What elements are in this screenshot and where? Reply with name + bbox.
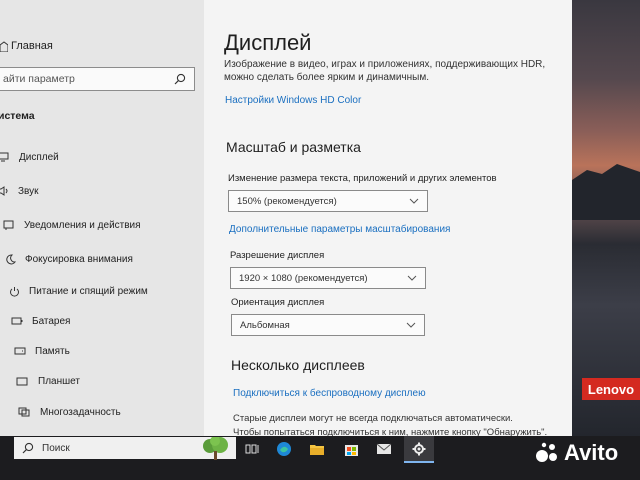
storage-icon [13, 344, 27, 358]
display-settings-content: Дисплей Изображение в видео, играх и при… [204, 0, 572, 436]
search-icon [22, 442, 34, 454]
tree-icon [203, 437, 228, 460]
sidebar-item-label: Уведомления и действия [24, 219, 141, 231]
desktop-wallpaper [572, 0, 640, 436]
sidebar-item-label: Фокусировка внимания [25, 253, 133, 265]
sidebar-item-sound[interactable]: Звук [0, 180, 204, 202]
old-displays-text: Старые дисплеи могут не всегда подключат… [233, 413, 513, 424]
file-explorer-icon[interactable] [307, 440, 327, 458]
sidebar-home-label: Главная [11, 40, 53, 52]
sidebar: Главная истема Дисплей Звук [0, 0, 204, 436]
avito-watermark-text: Avito [564, 440, 619, 465]
multitasking-icon [17, 405, 31, 419]
sidebar-item-label: Планшет [38, 375, 80, 387]
advanced-scaling-link[interactable]: Дополнительные параметры масштабирования [229, 224, 450, 235]
power-icon [7, 284, 21, 298]
scale-label: Изменение размера текста, приложений и д… [228, 173, 497, 184]
sidebar-item-tablet[interactable]: Планшет [0, 370, 204, 392]
sidebar-item-label: Звук [18, 185, 39, 197]
sidebar-item-label: Питание и спящий режим [29, 285, 148, 297]
orientation-dropdown[interactable]: Альбомная [231, 314, 425, 336]
resolution-dropdown[interactable]: 1920 × 1080 (рекомендуется) [230, 267, 426, 289]
taskbar-search-label: Поиск [42, 442, 70, 454]
monitor-icon [0, 150, 10, 164]
notification-icon [1, 218, 15, 232]
mail-icon[interactable] [374, 440, 394, 458]
scale-layout-heading: Масштаб и разметка [226, 139, 361, 155]
chevron-down-icon [409, 198, 419, 204]
home-icon [0, 41, 8, 52]
sidebar-section-title: истема [0, 110, 35, 122]
avito-watermark: Avito [534, 440, 618, 466]
sidebar-item-power[interactable]: Питание и спящий режим [0, 280, 204, 302]
sidebar-home[interactable]: Главная [0, 36, 53, 56]
sidebar-item-notifications[interactable]: Уведомления и действия [0, 214, 204, 236]
chevron-down-icon [406, 322, 416, 328]
avito-logo-icon [536, 442, 557, 462]
resolution-dropdown-value: 1920 × 1080 (рекомендуется) [239, 272, 368, 284]
task-view-icon[interactable] [242, 440, 262, 458]
sidebar-item-multitasking[interactable]: Многозадачность [0, 401, 204, 423]
page-title: Дисплей [224, 30, 312, 55]
tablet-icon [15, 374, 29, 388]
battery-icon [10, 314, 24, 328]
multiple-displays-heading: Несколько дисплеев [231, 357, 365, 373]
wireless-display-link[interactable]: Подключиться к беспроводному дисплею [233, 388, 426, 399]
moon-icon [3, 252, 17, 266]
settings-window: Главная истема Дисплей Звук [0, 0, 572, 436]
scale-dropdown[interactable]: 150% (рекомендуется) [228, 190, 428, 212]
sidebar-item-label: Память [35, 345, 70, 357]
scale-dropdown-value: 150% (рекомендуется) [237, 195, 337, 207]
sidebar-item-storage[interactable]: Память [0, 340, 204, 362]
sidebar-item-label: Многозадачность [40, 406, 121, 418]
edge-icon[interactable] [274, 440, 294, 458]
orientation-dropdown-value: Альбомная [240, 319, 290, 331]
hdr-description: Изображение в видео, играх и приложениях… [224, 59, 546, 83]
sidebar-item-focus-assist[interactable]: Фокусировка внимания [0, 248, 204, 270]
lenovo-badge: Lenovo [582, 378, 640, 400]
mountain-silhouette [572, 164, 640, 220]
sidebar-item-battery[interactable]: Батарея [0, 310, 204, 332]
settings-search-input[interactable] [3, 73, 153, 85]
sidebar-item-label: Дисплей [19, 151, 59, 163]
store-icon[interactable] [341, 440, 361, 458]
orientation-label: Ориентация дисплея [231, 297, 325, 308]
search-icon[interactable] [174, 73, 186, 85]
sidebar-item-display[interactable]: Дисплей [0, 146, 204, 168]
detect-hint-text: Чтобы попытаться подключиться к ним, наж… [233, 427, 548, 436]
active-app-indicator [404, 461, 434, 463]
settings-search-box[interactable] [0, 67, 195, 91]
speaker-icon [0, 184, 10, 198]
resolution-label: Разрешение дисплея [230, 250, 325, 261]
hdr-color-settings-link[interactable]: Настройки Windows HD Color [225, 95, 361, 106]
settings-icon[interactable] [409, 440, 429, 458]
sidebar-item-label: Батарея [32, 315, 71, 327]
chevron-down-icon [407, 275, 417, 281]
